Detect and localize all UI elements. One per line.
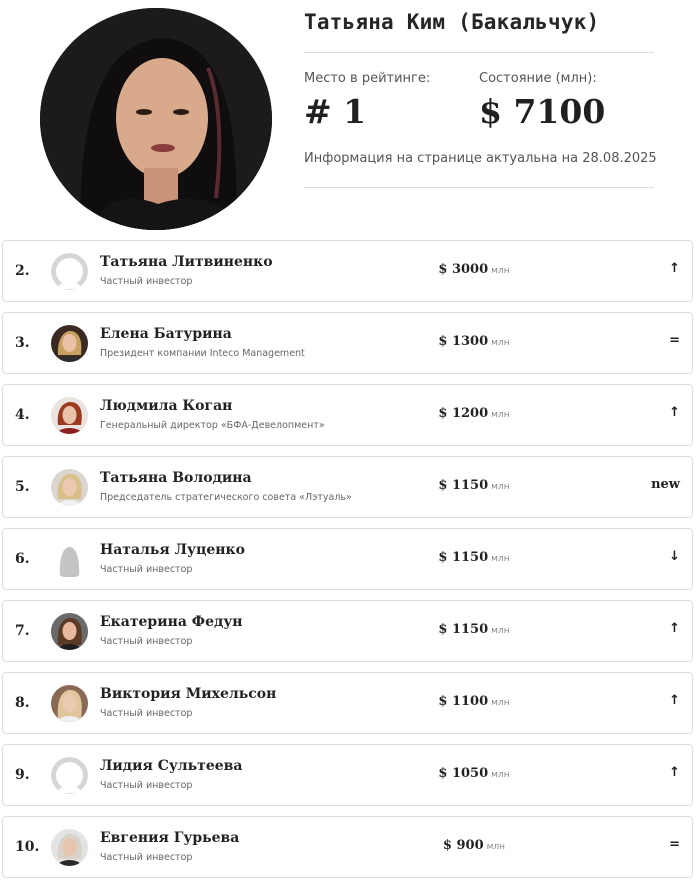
trend-equal-icon: = [669, 837, 680, 852]
trend-up-icon: ↑ [669, 621, 680, 636]
list-item[interactable]: 8. Виктория Михельсон Частный инвестор $… [2, 672, 693, 734]
person-role: Частный инвестор [100, 564, 193, 575]
person-role: Частный инвестор [100, 708, 193, 719]
wealth-amount: $ 1300 млн [438, 334, 510, 349]
leader-name: Татьяна Ким (Бакальчук) [304, 10, 600, 34]
wealth-amount: $ 1200 млн [438, 406, 510, 421]
trend-down-icon: ↓ [669, 549, 680, 564]
wealth-amount: $ 1050 млн [438, 766, 510, 781]
person-avatar [51, 469, 88, 506]
list-item[interactable]: 4. Людмила Коган Генеральный директор «Б… [2, 384, 693, 446]
list-item[interactable]: 10. Евгения Гурьева Частный инвестор $ 9… [2, 816, 693, 878]
wealth-amount: $ 1150 млн [438, 478, 510, 493]
list-item[interactable]: 2. Татьяна Литвиненко Частный инвестор $… [2, 240, 693, 302]
list-item[interactable]: 7. Екатерина Федун Частный инвестор $ 11… [2, 600, 693, 662]
person-role: Председатель стратегического совета «Лэт… [100, 492, 352, 503]
rank-number: 2. [15, 263, 30, 279]
trend-new-badge: new [651, 477, 680, 492]
rank-number: 4. [15, 407, 30, 423]
person-role: Частный инвестор [100, 852, 193, 863]
rank-number: 10. [15, 839, 40, 855]
person-name[interactable]: Лидия Сультеева [100, 758, 242, 774]
person-role: Генеральный директор «БФА-Девелопмент» [100, 420, 325, 431]
list-item[interactable]: 3. Елена Батурина Президент компании Int… [2, 312, 693, 374]
person-name[interactable]: Людмила Коган [100, 398, 232, 414]
person-name[interactable]: Наталья Луценко [100, 542, 245, 558]
placeholder-avatar-icon [51, 253, 88, 290]
person-avatar [51, 829, 88, 866]
trend-up-icon: ↑ [669, 261, 680, 276]
rank-number: 5. [15, 479, 30, 495]
person-role: Президент компании Inteco Management [100, 348, 305, 359]
trend-up-icon: ↑ [669, 693, 680, 708]
list-item[interactable]: 5. Татьяна Володина Председатель стратег… [2, 456, 693, 518]
wealth-amount: $ 1150 млн [438, 550, 510, 565]
person-avatar [51, 613, 88, 650]
leader-card: Татьяна Ким (Бакальчук) Место в рейтинге… [0, 0, 700, 232]
rank-number: 7. [15, 623, 30, 639]
rank-number: 3. [15, 335, 30, 351]
rank-number: 8. [15, 695, 30, 711]
rank-number: 9. [15, 767, 30, 783]
wealth-label: Состояние (млн): [479, 71, 597, 86]
leader-photo [40, 8, 272, 230]
divider [304, 187, 654, 188]
trend-up-icon: ↑ [669, 765, 680, 780]
person-name[interactable]: Татьяна Володина [100, 470, 252, 486]
person-role: Частный инвестор [100, 636, 193, 647]
person-name[interactable]: Виктория Михельсон [100, 686, 276, 702]
person-avatar [51, 685, 88, 722]
rank-value: # 1 [304, 92, 367, 131]
wealth-value: $ 7100 [479, 92, 606, 131]
person-avatar [51, 325, 88, 362]
placeholder-avatar-icon [51, 757, 88, 794]
person-name[interactable]: Елена Батурина [100, 326, 232, 342]
rank-label: Место в рейтинге: [304, 71, 431, 86]
wealth-amount: $ 900 млн [442, 838, 506, 853]
wealth-amount: $ 1150 млн [438, 622, 510, 637]
list-item[interactable]: 6. Наталья Луценко Частный инвестор $ 11… [2, 528, 693, 590]
person-avatar [51, 397, 88, 434]
silhouette-avatar-icon [51, 541, 88, 578]
wealth-amount: $ 3000 млн [438, 262, 510, 277]
wealth-amount: $ 1100 млн [438, 694, 510, 709]
person-role: Частный инвестор [100, 276, 193, 287]
person-name[interactable]: Екатерина Федун [100, 614, 243, 630]
person-name[interactable]: Татьяна Литвиненко [100, 254, 273, 270]
person-role: Частный инвестор [100, 780, 193, 791]
rank-number: 6. [15, 551, 30, 567]
trend-up-icon: ↑ [669, 405, 680, 420]
trend-equal-icon: = [669, 333, 680, 348]
person-name[interactable]: Евгения Гурьева [100, 830, 239, 846]
list-item[interactable]: 9. Лидия Сультеева Частный инвестор $ 10… [2, 744, 693, 806]
info-date: Информация на странице актуальна на 28.0… [304, 151, 657, 166]
divider [304, 52, 654, 53]
